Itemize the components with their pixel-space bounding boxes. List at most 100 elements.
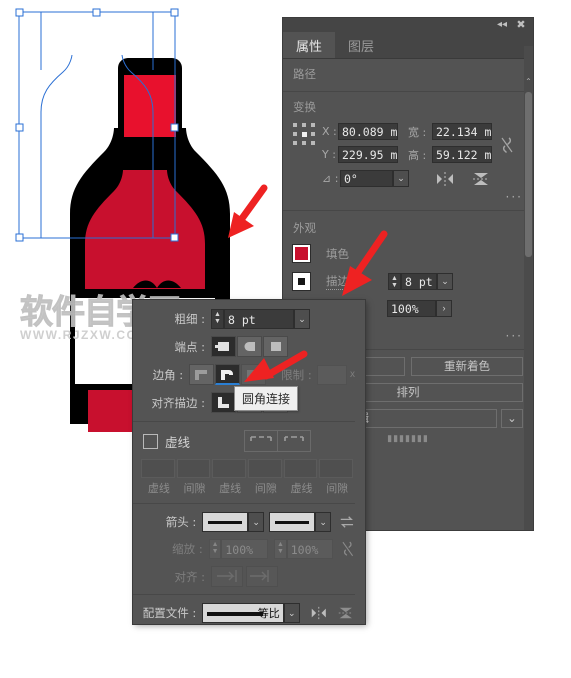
round-cap-icon[interactable] <box>237 336 262 357</box>
limit-label: 限制 : <box>281 367 312 382</box>
panel-titlebar[interactable]: ◂◂ ✖ <box>283 18 533 32</box>
profile-chevron-down-icon[interactable]: ⌄ <box>283 603 300 623</box>
dash-field-2[interactable] <box>212 459 247 478</box>
properties-scrollbar[interactable]: ⌃ <box>524 46 533 530</box>
divider-2 <box>133 503 355 504</box>
stroke-weight-stepper[interactable]: ▲ ▼ <box>388 273 401 290</box>
width-field[interactable]: 22.134 m <box>432 123 492 140</box>
opacity-expand-icon[interactable]: › <box>436 300 452 317</box>
arrow-row: 箭头 : ⌄ ⌄ <box>133 512 355 532</box>
dash-adjust-corners-icon[interactable] <box>278 431 310 451</box>
stroke-label[interactable]: 描边 <box>326 273 349 290</box>
angle-dropdown-chevron-down-icon[interactable]: ⌄ <box>393 170 409 187</box>
profile-flip-vertical-icon[interactable] <box>337 605 355 621</box>
align-stroke-label: 对齐描边 : <box>151 395 205 410</box>
profile-row: 配置文件 : 等比 ⌄ <box>133 603 355 623</box>
cap-label: 端点 : <box>174 339 205 354</box>
dashed-label: 虚线 <box>165 434 191 450</box>
dash-captions-row: 虚线 间隙 虚线 间隙 虚线 间隙 <box>141 480 355 496</box>
weight-label: 粗细 : <box>174 312 205 326</box>
gap-field-1[interactable] <box>176 459 211 478</box>
corner-label: 边角 : <box>152 367 184 382</box>
weight-stepper[interactable]: ▲ ▼ <box>211 309 224 329</box>
scale-row: 缩放 : ▲ ▼ 100% ▲ ▼ 100% <box>133 539 355 559</box>
arrow-end-preview[interactable] <box>269 512 316 532</box>
angle-label: ⊿ : <box>322 172 339 185</box>
arrow-label: 箭头 : <box>165 515 197 529</box>
extend-beyond-icon[interactable] <box>211 566 243 587</box>
gap-field-3[interactable] <box>319 459 354 478</box>
width-label: 宽 : <box>408 125 427 139</box>
global-edit-chevron-down-icon[interactable]: ⌄ <box>501 409 523 428</box>
projecting-cap-icon[interactable] <box>263 336 288 357</box>
height-field[interactable]: 59.122 m <box>432 146 492 163</box>
scale-end-stepper[interactable]: ▲ ▼ <box>274 539 287 559</box>
x-field[interactable]: 80.089 m <box>338 123 398 140</box>
transform-more-options[interactable]: ··· <box>293 190 523 204</box>
angle-field[interactable]: 0° <box>340 170 393 187</box>
scrollbar-thumb[interactable] <box>525 92 532 257</box>
dashed-row: 虚线 <box>133 430 355 452</box>
flip-horizontal-icon[interactable] <box>435 171 455 187</box>
swap-arrows-icon[interactable] <box>339 515 355 529</box>
fill-label: 填色 <box>326 246 349 261</box>
flip-vertical-icon[interactable] <box>471 171 491 187</box>
dash-preserve-exact-icon[interactable] <box>245 431 279 451</box>
appearance-section-label: 外观 <box>293 221 316 235</box>
dashed-checkbox[interactable] <box>143 433 158 449</box>
stroke-color-swatch[interactable] <box>292 272 311 291</box>
close-icon[interactable]: ✖ <box>514 19 528 31</box>
dash-field-1[interactable] <box>141 459 175 478</box>
divider-3 <box>133 594 355 595</box>
weight-field[interactable]: 8 pt <box>224 309 294 329</box>
reference-point-selector[interactable] <box>293 123 315 145</box>
dash-field-3[interactable] <box>283 459 318 478</box>
scroll-up-icon[interactable]: ⌃ <box>525 76 532 88</box>
bottle-neck-fill <box>124 75 176 137</box>
cap-row: 端点 : <box>133 336 355 357</box>
stroke-panel[interactable]: 粗细 : ▲ ▼ 8 pt ⌄ 端点 : 边角 : 限制: x 对齐描边: … <box>133 300 365 624</box>
tab-layers[interactable]: 图层 <box>335 32 387 58</box>
scale-start-stepper[interactable]: ▲ ▼ <box>208 539 222 559</box>
y-field[interactable]: 229.95 m <box>338 146 398 163</box>
panel-tabs[interactable]: 属性 图层 <box>283 32 533 59</box>
tab-properties[interactable]: 属性 <box>283 32 336 58</box>
height-label: 高 : <box>408 148 427 162</box>
divider-1 <box>133 421 355 422</box>
collapse-icon[interactable]: ◂◂ <box>495 19 509 31</box>
stroke-weight-field[interactable]: 8 pt <box>401 273 437 290</box>
recolor-button[interactable]: 重新着色 <box>411 357 523 376</box>
profile-preview[interactable]: 等比 <box>202 603 284 623</box>
dash-fields-row <box>141 459 355 478</box>
tab-properties-label: 属性 <box>296 39 323 55</box>
gap-field-2[interactable] <box>248 459 282 478</box>
arrow-end-chevron-down-icon[interactable]: ⌄ <box>315 512 332 532</box>
dash-caption-3: 虚线 <box>290 482 313 495</box>
stroke-weight-chevron-down-icon[interactable]: ⌄ <box>437 273 453 290</box>
align-center-icon[interactable] <box>211 392 236 413</box>
limit-field[interactable] <box>316 364 347 385</box>
butt-cap-icon[interactable] <box>211 336 236 357</box>
transform-section: 变换 X : 80.089 m Y : 229.95 m 宽 : 22.134 … <box>283 92 533 211</box>
bevel-join-icon[interactable] <box>241 364 267 385</box>
profile-flip-horizontal-icon[interactable] <box>310 605 328 621</box>
limit-unit: x <box>350 369 355 380</box>
arrow-start-chevron-down-icon[interactable]: ⌄ <box>248 512 265 532</box>
corner-row: 边角 : 限制 : x <box>133 364 355 385</box>
scale-link-broken-link-icon[interactable] <box>341 540 355 558</box>
miter-join-icon[interactable] <box>189 364 215 385</box>
arrow-start-preview[interactable] <box>202 512 249 532</box>
gap-caption-3: 间隙 <box>326 482 349 495</box>
arrow-align-row: 对齐 : <box>133 566 355 587</box>
weight-chevron-down-icon[interactable]: ⌄ <box>294 309 310 329</box>
fill-color-swatch[interactable] <box>292 244 311 263</box>
scale-start-field[interactable]: 100% <box>221 539 269 559</box>
scale-end-field[interactable]: 100% <box>286 539 334 559</box>
constrain-proportions-icon[interactable] <box>499 135 515 155</box>
dash-caption-2: 虚线 <box>219 482 242 495</box>
place-at-end-icon[interactable] <box>246 566 278 587</box>
round-join-icon[interactable] <box>215 364 241 385</box>
transform-section-label: 变换 <box>293 100 316 114</box>
opacity-field[interactable]: 100% <box>387 300 436 317</box>
gap-caption-1: 间隙 <box>183 482 206 495</box>
